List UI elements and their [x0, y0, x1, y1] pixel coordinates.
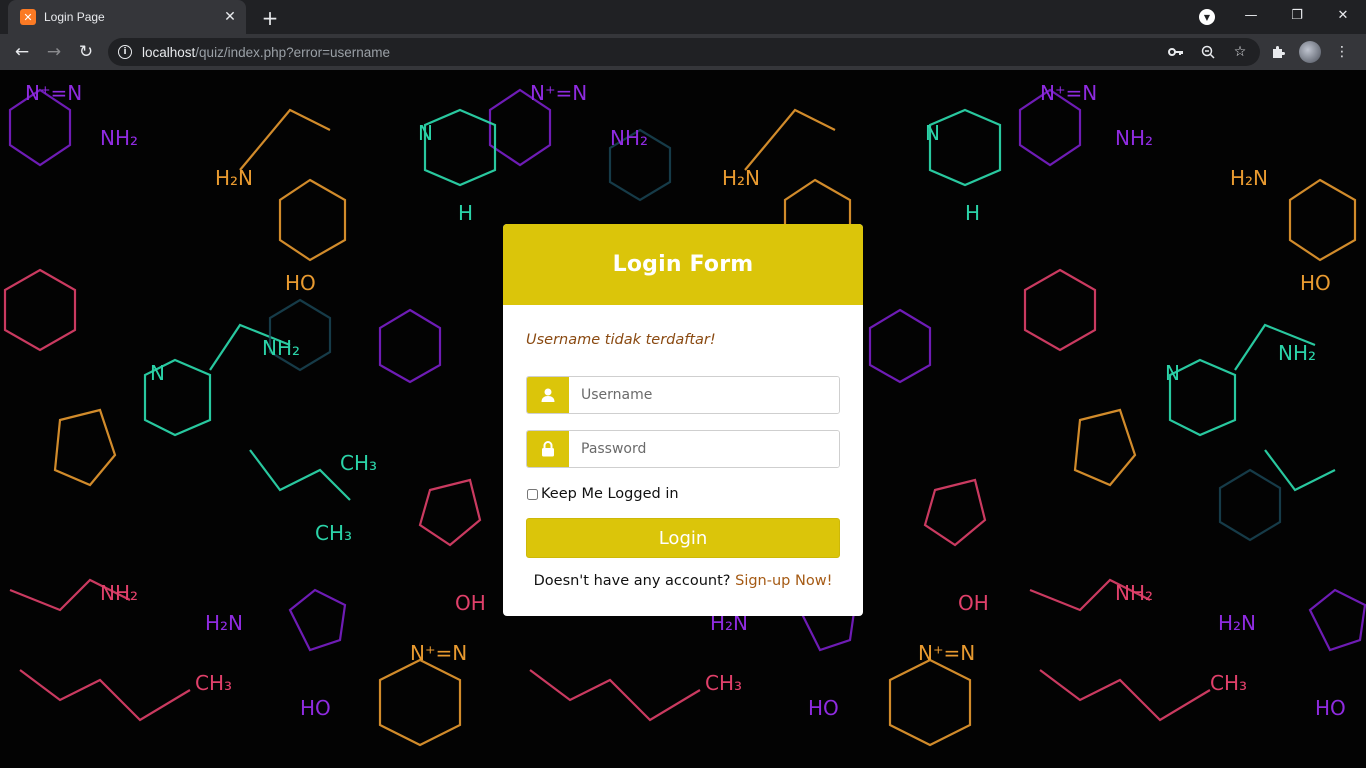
- svg-text:N⁺=N: N⁺=N: [410, 641, 467, 665]
- username-field: [526, 376, 840, 414]
- svg-text:HO: HO: [1300, 271, 1331, 295]
- remember-me-label[interactable]: Keep Me Logged in: [541, 486, 679, 502]
- login-button[interactable]: Login: [526, 518, 840, 558]
- page-viewport: NH₂ NH₂ NH₂ H₂N H₂N H₂N NH₂ NH₂ NH₂ NH₂ …: [0, 70, 1366, 768]
- back-icon[interactable]: ←: [10, 40, 34, 64]
- svg-text:NH₂: NH₂: [610, 126, 648, 150]
- lock-icon: [527, 431, 569, 467]
- url-text[interactable]: localhost/quiz/index.php?error=username: [142, 45, 1164, 60]
- xampp-icon: ✕: [20, 9, 36, 25]
- error-message: Username tidak terdaftar!: [526, 332, 716, 348]
- svg-text:HO: HO: [808, 696, 839, 720]
- svg-text:H: H: [458, 201, 473, 225]
- svg-text:H₂N: H₂N: [1230, 166, 1268, 190]
- svg-text:CH₃: CH₃: [195, 671, 232, 695]
- svg-text:CH₃: CH₃: [1210, 671, 1247, 695]
- svg-text:N⁺=N: N⁺=N: [918, 641, 975, 665]
- more-menu-icon[interactable]: ⋮: [1330, 40, 1354, 64]
- forward-icon[interactable]: →: [42, 40, 66, 64]
- bookmark-star-icon[interactable]: ☆: [1228, 40, 1252, 64]
- username-input[interactable]: [569, 377, 839, 413]
- close-tab-icon[interactable]: ✕: [222, 9, 238, 25]
- svg-text:NH₂: NH₂: [1115, 581, 1153, 605]
- close-window-icon[interactable]: ✕: [1320, 0, 1366, 30]
- restore-icon[interactable]: ❐: [1274, 0, 1320, 30]
- svg-text:N: N: [418, 121, 433, 145]
- svg-text:CH₃: CH₃: [705, 671, 742, 695]
- svg-text:N⁺=N: N⁺=N: [25, 81, 82, 105]
- svg-text:HO: HO: [1315, 696, 1346, 720]
- address-bar[interactable]: i localhost/quiz/index.php?error=usernam…: [108, 38, 1260, 66]
- window-controls: — ❐ ✕: [1228, 0, 1366, 34]
- toolbar-actions: ⋮: [1266, 40, 1354, 64]
- login-form-title: Login Form: [612, 252, 754, 277]
- password-input[interactable]: [569, 431, 839, 467]
- browser-tab-strip: ✕ Login Page ✕ + ▼ — ❐ ✕: [0, 0, 1366, 34]
- remember-me-row: Keep Me Logged in: [526, 486, 679, 502]
- svg-text:N: N: [925, 121, 940, 145]
- svg-text:H: H: [965, 201, 980, 225]
- svg-text:NH₂: NH₂: [262, 336, 300, 360]
- svg-text:N⁺=N: N⁺=N: [1040, 81, 1097, 105]
- svg-text:N: N: [150, 361, 165, 385]
- browser-tab[interactable]: ✕ Login Page ✕: [8, 0, 246, 34]
- svg-text:H₂N: H₂N: [215, 166, 253, 190]
- site-info-icon[interactable]: i: [118, 45, 132, 59]
- svg-text:H₂N: H₂N: [1218, 611, 1256, 635]
- extensions-icon[interactable]: [1266, 40, 1290, 64]
- svg-text:N⁺=N: N⁺=N: [530, 81, 587, 105]
- zoom-icon[interactable]: [1196, 40, 1220, 64]
- minimize-icon[interactable]: —: [1228, 0, 1274, 30]
- signup-row: Doesn't have any account? Sign-up Now!: [503, 573, 863, 589]
- new-tab-icon[interactable]: +: [258, 6, 282, 30]
- key-icon[interactable]: [1164, 40, 1188, 64]
- reload-icon[interactable]: ↻: [74, 40, 98, 64]
- signup-link[interactable]: Sign-up Now!: [735, 573, 832, 589]
- login-card: Login Form Username tidak terdaftar! Kee…: [503, 224, 863, 616]
- svg-text:NH₂: NH₂: [100, 126, 138, 150]
- svg-text:OH: OH: [455, 591, 486, 615]
- password-field: [526, 430, 840, 468]
- remember-me-checkbox[interactable]: [527, 488, 538, 500]
- svg-text:N: N: [1165, 361, 1180, 385]
- browser-toolbar: ← → ↻ i localhost/quiz/index.php?error=u…: [0, 34, 1366, 70]
- profile-avatar[interactable]: [1298, 40, 1322, 64]
- login-card-header: Login Form: [503, 224, 863, 305]
- svg-text:H₂N: H₂N: [722, 166, 760, 190]
- tab-title: Login Page: [44, 10, 105, 24]
- user-icon: [527, 377, 569, 413]
- svg-text:CH₃: CH₃: [340, 451, 377, 475]
- svg-text:HO: HO: [285, 271, 316, 295]
- tab-search-icon[interactable]: ▼: [1199, 9, 1215, 25]
- svg-text:HO: HO: [300, 696, 331, 720]
- signup-prompt: Doesn't have any account?: [533, 573, 731, 589]
- svg-text:NH₂: NH₂: [1115, 126, 1153, 150]
- svg-text:NH₂: NH₂: [1278, 341, 1316, 365]
- svg-text:H₂N: H₂N: [205, 611, 243, 635]
- svg-text:CH₃: CH₃: [315, 521, 352, 545]
- svg-text:NH₂: NH₂: [100, 581, 138, 605]
- svg-text:OH: OH: [958, 591, 989, 615]
